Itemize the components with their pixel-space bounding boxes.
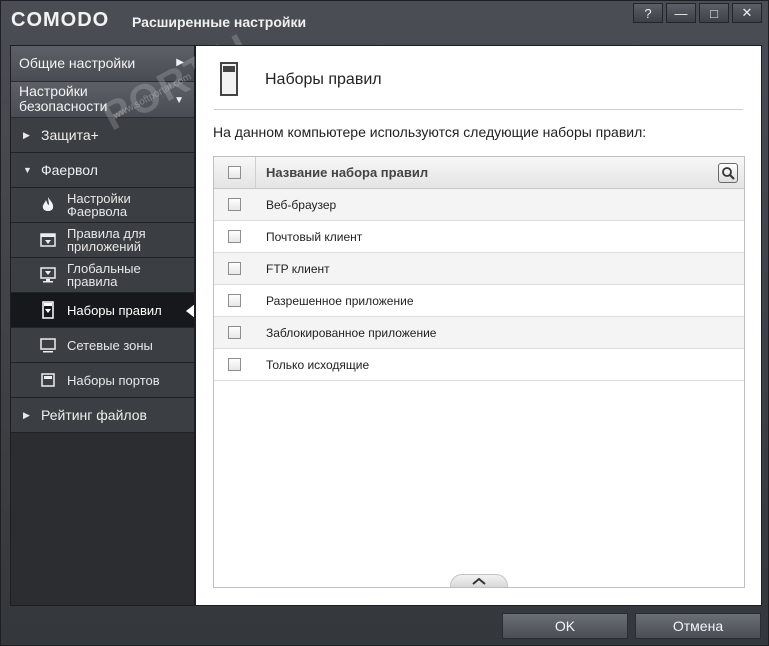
sidebar-item-port-sets[interactable]: Наборы портов	[11, 363, 194, 398]
row-checkbox[interactable]	[228, 230, 241, 243]
search-button[interactable]	[718, 163, 738, 183]
column-divider	[255, 157, 256, 189]
label-line2: Фаервола	[67, 204, 128, 219]
row-checkbox[interactable]	[228, 358, 241, 371]
column-header-name[interactable]: Название набора правил	[266, 165, 428, 180]
label-line2: приложений	[67, 239, 141, 254]
ok-button[interactable]: OK	[502, 613, 628, 639]
table-row[interactable]: Почтовый клиент	[214, 221, 744, 253]
close-button[interactable]: ✕	[732, 3, 762, 23]
select-all-checkbox[interactable]	[228, 166, 241, 179]
ruleset-header-icon	[220, 62, 238, 96]
sidebar-item-general-settings[interactable]: Общие настройки ▶	[11, 46, 194, 82]
ruleset-name: FTP клиент	[266, 261, 330, 276]
search-icon	[722, 167, 735, 180]
chevron-right-icon: ▶	[176, 57, 184, 68]
chevron-up-icon	[472, 577, 486, 585]
sidebar-item-label-line2: безопасности	[19, 98, 108, 114]
table-row[interactable]: FTP клиент	[214, 253, 744, 285]
monitor-icon	[39, 336, 57, 354]
main-panel: Наборы правил На данном компьютере испол…	[195, 45, 762, 606]
help-button[interactable]: ?	[633, 3, 663, 23]
ruleset-name: Только исходящие	[266, 357, 370, 372]
settings-window: COMODO Расширенные настройки ? — □ ✕ Общ…	[0, 0, 769, 646]
sidebar-item-rulesets[interactable]: Наборы правил	[11, 293, 194, 328]
ruleset-name: Веб-браузер	[266, 197, 337, 212]
label-line2: правила	[67, 274, 118, 289]
row-checkbox[interactable]	[228, 262, 241, 275]
flame-icon	[39, 196, 57, 214]
sidebar-section-label: Фаервол	[41, 162, 98, 178]
sidebar-item-label: Правила для приложений	[67, 227, 146, 253]
expand-arrow-icon: ▶	[23, 129, 30, 140]
sidebar-item-label: Наборы портов	[67, 372, 160, 388]
port-icon	[39, 371, 57, 389]
divider	[214, 109, 743, 110]
ruleset-name: Заблокированное приложение	[266, 325, 437, 340]
app-rules-icon	[39, 231, 57, 249]
minimize-button[interactable]: —	[666, 3, 696, 23]
title-bar: COMODO Расширенные настройки ? — □ ✕	[1, 1, 768, 41]
row-checkbox[interactable]	[228, 326, 241, 339]
brand-logo: COMODO	[11, 9, 110, 31]
table-row[interactable]: Заблокированное приложение	[214, 317, 744, 349]
sidebar-item-network-zones[interactable]: Сетевые зоны	[11, 328, 194, 363]
ruleset-icon	[39, 301, 57, 319]
ruleset-name: Разрешенное приложение	[266, 293, 414, 308]
sidebar-item-label: Общие настройки	[19, 55, 136, 71]
sidebar-item-app-rules[interactable]: Правила для приложений	[11, 223, 194, 258]
global-rules-icon	[39, 266, 57, 284]
page-title: Наборы правил	[265, 71, 382, 88]
sidebar: Общие настройки ▶ Настройки безопасности…	[10, 45, 195, 606]
sidebar-section-label: Защита+	[41, 127, 99, 143]
sidebar-section-file-rating[interactable]: ▶ Рейтинг файлов	[11, 398, 194, 433]
sidebar-item-security-settings[interactable]: Настройки безопасности ▼	[11, 82, 194, 118]
sidebar-item-label: Настройки	[19, 83, 88, 99]
sidebar-empty-area	[11, 433, 194, 605]
window-title: Расширенные настройки	[132, 14, 307, 30]
sidebar-section-label: Рейтинг файлов	[41, 407, 147, 423]
sidebar-item-global-rules[interactable]: Глобальные правила	[11, 258, 194, 293]
expand-arrow-icon: ▶	[23, 409, 30, 420]
table-row[interactable]: Веб-браузер	[214, 189, 744, 221]
cancel-button[interactable]: Отмена	[635, 613, 761, 639]
table-row[interactable]: Разрешенное приложение	[214, 285, 744, 317]
window-controls: ? — □ ✕	[630, 3, 762, 23]
sidebar-section-firewall[interactable]: ▼ Фаервол	[11, 153, 194, 188]
maximize-button[interactable]: □	[699, 3, 729, 23]
sidebar-item-label: Сетевые зоны	[67, 337, 153, 353]
table-body: Веб-браузер Почтовый клиент FTP клиент Р…	[214, 189, 744, 381]
toolbar-expand-handle[interactable]	[450, 574, 508, 587]
sidebar-item-label: Наборы правил	[67, 302, 162, 318]
collapse-arrow-icon: ▼	[23, 165, 32, 175]
rulesets-table: Название набора правил Веб-браузер Почто…	[213, 156, 745, 588]
description-text: На данном компьютере используются следую…	[213, 124, 647, 140]
sidebar-item-label: Глобальные правила	[67, 262, 141, 288]
sidebar-item-label: Настройки Фаервола	[67, 192, 131, 218]
sidebar-item-firewall-settings[interactable]: Настройки Фаервола	[11, 188, 194, 223]
chevron-down-icon: ▼	[174, 95, 184, 106]
table-row[interactable]: Только исходящие	[214, 349, 744, 381]
row-checkbox[interactable]	[228, 198, 241, 211]
row-checkbox[interactable]	[228, 294, 241, 307]
sidebar-section-protection[interactable]: ▶ Защита+	[11, 118, 194, 153]
ruleset-name: Почтовый клиент	[266, 229, 363, 244]
table-header: Название набора правил	[214, 157, 744, 189]
